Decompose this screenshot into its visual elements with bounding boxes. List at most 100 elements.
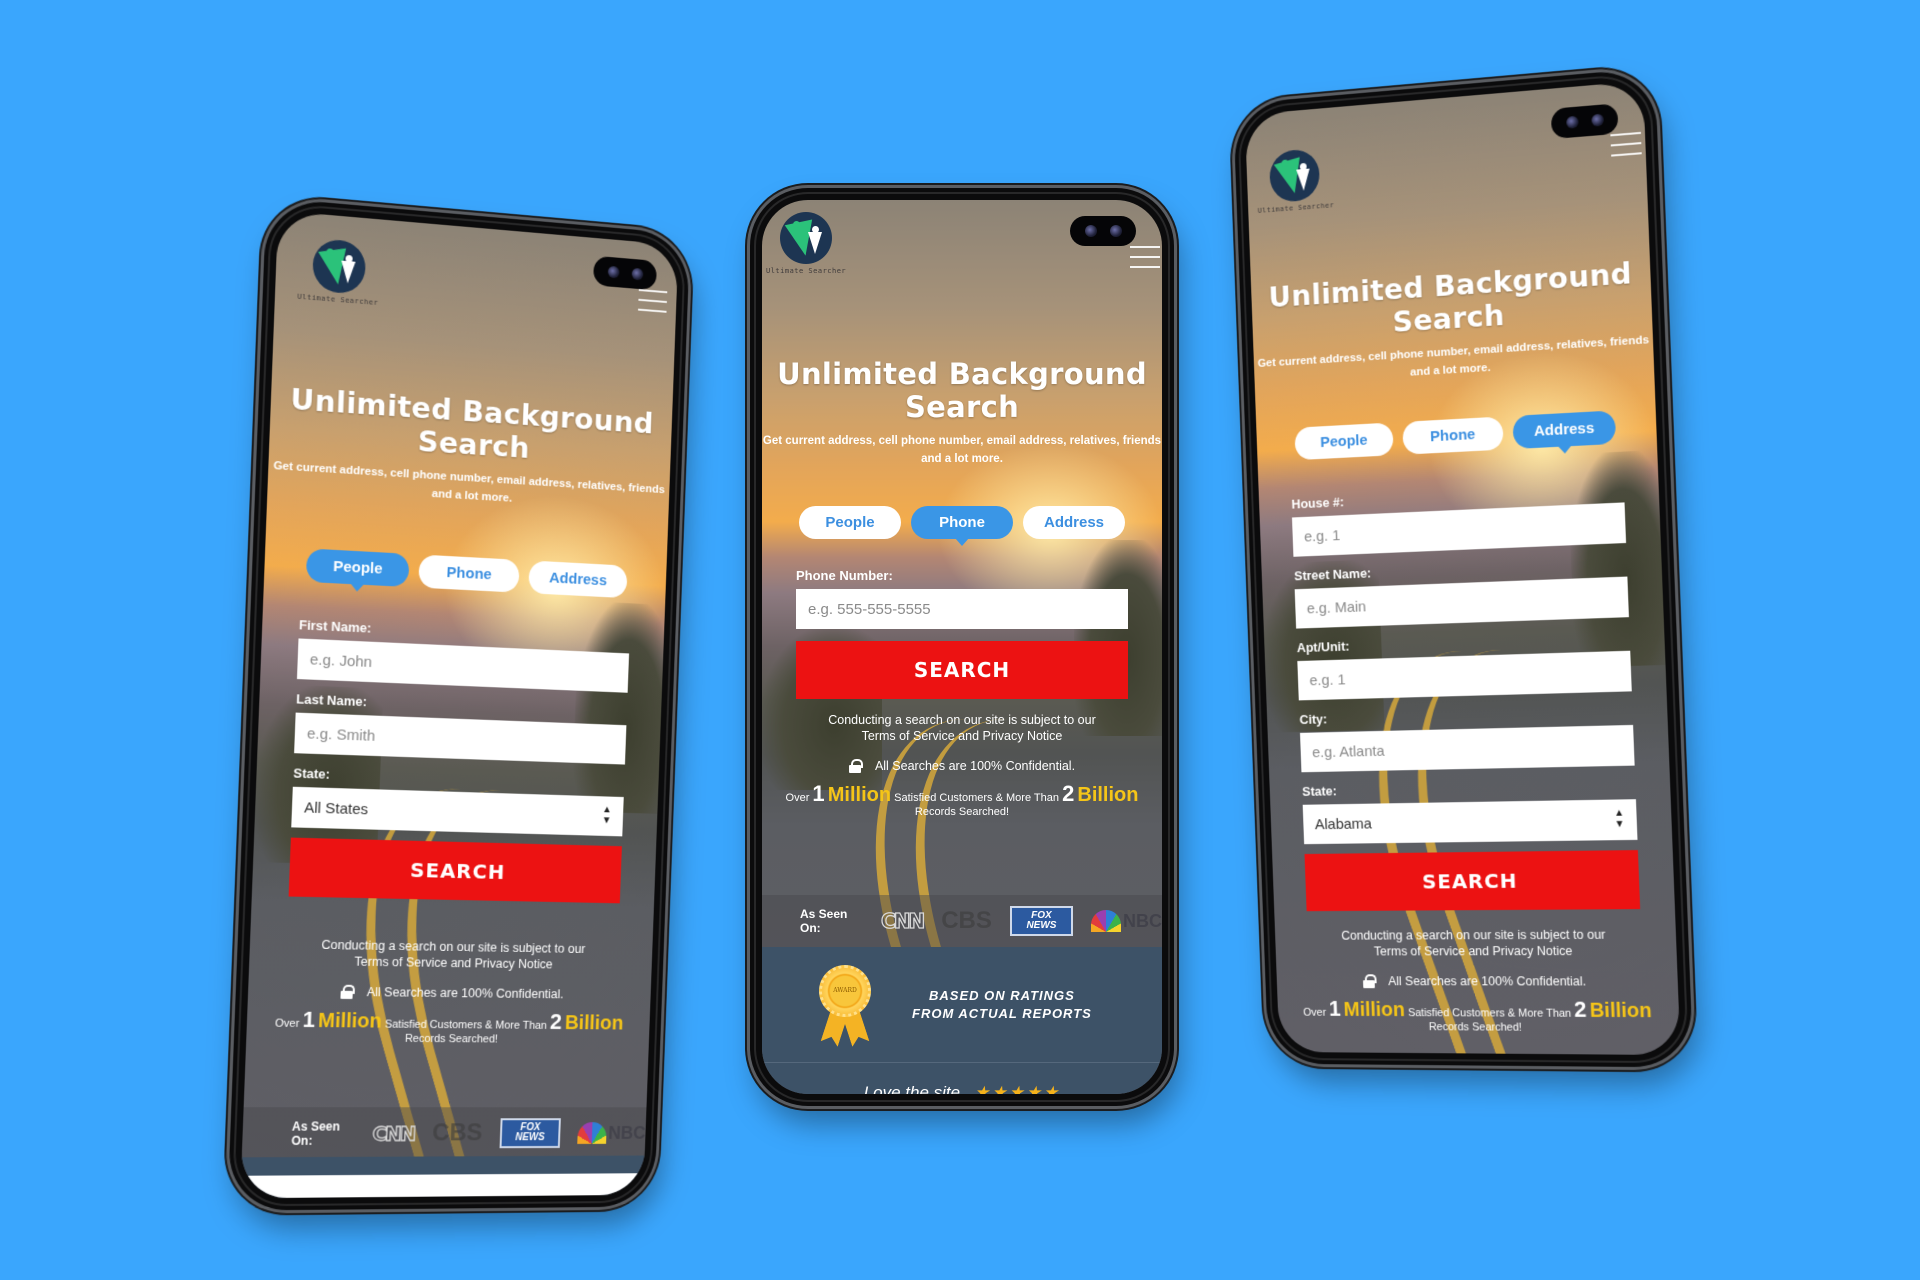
award-text: BASED ON RATINGS FROM ACTUAL REPORTS (912, 987, 1092, 1021)
terms-text: Conducting a search on our site is subje… (321, 937, 586, 972)
state-select[interactable]: Alabama ▲ ▼ (1302, 799, 1638, 845)
confidential-notice: All Searches are 100% Confidential. (248, 983, 651, 1004)
tab-address[interactable]: Address (1023, 506, 1125, 539)
cbs-logo: CBS (431, 1119, 483, 1147)
phone-mockup-people: Ultimate Searcher Unlimited Background Se… (227, 197, 691, 1211)
logo-text: Ultimate Searcher (766, 267, 847, 275)
search-button[interactable]: SEARCH (288, 837, 622, 904)
address-search-form: House #: Street Name: Apt/Unit: City: St… (1291, 481, 1641, 912)
cnn-logo: CNN (880, 908, 925, 933)
search-button[interactable]: SEARCH (1304, 850, 1641, 912)
tab-phone[interactable]: Phone (911, 506, 1013, 546)
as-seen-on-bar: As Seen On: CNN CBS FOX NEWS NBC (241, 1107, 647, 1161)
as-seen-on-bar: As Seen On: CNN CBS FOX NEWS NBC (762, 895, 1162, 947)
site-logo[interactable]: Ultimate Searcher (766, 212, 846, 275)
nbc-peacock-icon (1091, 910, 1121, 932)
as-seen-on-label: As Seen On: (291, 1119, 341, 1148)
last-name-input[interactable] (294, 712, 627, 765)
search-button[interactable]: SEARCH (796, 641, 1128, 699)
phone-mockup-phone: Ultimate Searcher Unlimited Background Se… (750, 188, 1174, 1106)
award-panel: AWARD BASED ON RATINGS FROM ACTUAL REPORT… (762, 947, 1162, 1062)
hero-section: Unlimited Background Search Get current a… (762, 358, 1162, 468)
hero-section: Unlimited Background Search Get current a… (1251, 256, 1654, 391)
hamburger-menu-icon[interactable] (1130, 246, 1160, 276)
stats-line: Over 1 Million Satisfied Customers & Mor… (1303, 996, 1653, 1034)
lock-icon (340, 985, 353, 999)
tab-people[interactable]: People (799, 506, 901, 539)
city-label: City: (1299, 711, 1328, 727)
phone-number-input[interactable] (796, 589, 1128, 629)
terms-text: Conducting a search on our site is subje… (828, 713, 1096, 743)
first-name-input[interactable] (296, 638, 630, 693)
legal-notice: Conducting a search on our site is subje… (1275, 926, 1680, 1036)
cbs-logo: CBS (941, 907, 992, 934)
camera-cutout (1070, 216, 1136, 246)
state-label: State: (293, 765, 331, 782)
phone-mockup-address: Ultimate Searcher Unlimited Background Se… (1232, 67, 1694, 1068)
as-seen-on-label: As Seen On: (800, 907, 848, 935)
review-row: Love the site ★★★★★ (762, 1062, 1162, 1094)
phone-screen: Ultimate Searcher Unlimited Background Se… (1244, 80, 1681, 1056)
city-input[interactable] (1299, 724, 1635, 773)
camera-cutout (1550, 103, 1619, 140)
camera-lens-icon (1590, 113, 1604, 127)
tab-address[interactable]: Address (528, 560, 628, 599)
state-select[interactable]: All States ▲ ▼ (291, 786, 624, 837)
hamburger-menu-icon[interactable] (638, 288, 668, 321)
nbc-peacock-icon (577, 1122, 607, 1144)
camera-lens-icon (1109, 225, 1122, 237)
phone-screen: Ultimate Searcher Unlimited Background Se… (240, 210, 679, 1199)
hero-subtitle: Get current address, cell phone number, … (762, 435, 1162, 465)
tab-phone[interactable]: Phone (1402, 416, 1504, 455)
confidential-notice: All Searches are 100% Confidential. (762, 758, 1162, 774)
fox-news-logo: FOX NEWS (499, 1118, 561, 1149)
legal-notice: Conducting a search on our site is subje… (246, 936, 653, 1049)
person-check-logo-icon (1268, 148, 1321, 204)
street-name-input[interactable] (1294, 576, 1629, 629)
tab-people[interactable]: People (1294, 422, 1394, 461)
tab-address[interactable]: Address (1512, 410, 1617, 450)
camera-lens-icon (1084, 225, 1097, 237)
logo-text: Ultimate Searcher (1257, 201, 1335, 215)
hamburger-menu-icon[interactable] (1610, 131, 1642, 165)
phone-screen: Ultimate Searcher Unlimited Background Se… (762, 200, 1162, 1094)
tab-phone[interactable]: Phone (418, 554, 520, 593)
search-type-tabs: People Phone Address (1256, 408, 1657, 462)
state-select-value: All States (303, 798, 369, 818)
select-arrows-icon: ▲ ▼ (1613, 807, 1625, 831)
nbc-logo: NBC (1091, 910, 1162, 932)
state-label: State: (1301, 783, 1338, 799)
terms-text: Conducting a search on our site is subje… (1341, 927, 1606, 959)
site-logo[interactable]: Ultimate Searcher (1256, 147, 1335, 215)
camera-lens-icon (607, 265, 620, 279)
hero-section: Unlimited Background Search Get current a… (267, 381, 672, 517)
nbc-logo: NBC (577, 1122, 646, 1144)
five-star-rating-icon: ★★★★★ (974, 1083, 1061, 1094)
lock-icon (848, 759, 863, 773)
cnn-logo: CNN (371, 1121, 415, 1147)
camera-lens-icon (631, 267, 643, 281)
site-logo[interactable]: Ultimate Searcher (297, 237, 380, 307)
tab-people[interactable]: People (305, 548, 410, 588)
review-text: Love the site (863, 1083, 961, 1094)
phone-search-form: Phone Number: SEARCH (796, 568, 1128, 699)
camera-lens-icon (1565, 115, 1579, 129)
search-type-tabs: People Phone Address (762, 506, 1162, 546)
camera-cutout (593, 255, 658, 291)
page-title: Unlimited Background Search (777, 357, 1147, 424)
people-search-form: First Name: Last Name: State: All States… (288, 617, 630, 904)
house-number-input[interactable] (1291, 502, 1627, 557)
phone-number-label: Phone Number: (796, 568, 893, 583)
person-check-logo-icon (311, 238, 367, 295)
legal-notice: Conducting a search on our site is subje… (762, 712, 1162, 820)
search-type-tabs: People Phone Address (264, 546, 666, 600)
stats-line: Over 1 Million Satisfied Customers & Mor… (785, 781, 1139, 819)
confidential-notice: All Searches are 100% Confidential. (1277, 973, 1679, 989)
fox-news-logo: FOX NEWS (1009, 906, 1073, 936)
state-select-value: Alabama (1314, 815, 1373, 833)
person-check-logo-icon (780, 212, 832, 264)
page-footer-strip (240, 1155, 645, 1199)
apt-unit-input[interactable] (1297, 650, 1632, 701)
lock-icon (1363, 974, 1375, 988)
logo-text: Ultimate Searcher (297, 292, 379, 308)
